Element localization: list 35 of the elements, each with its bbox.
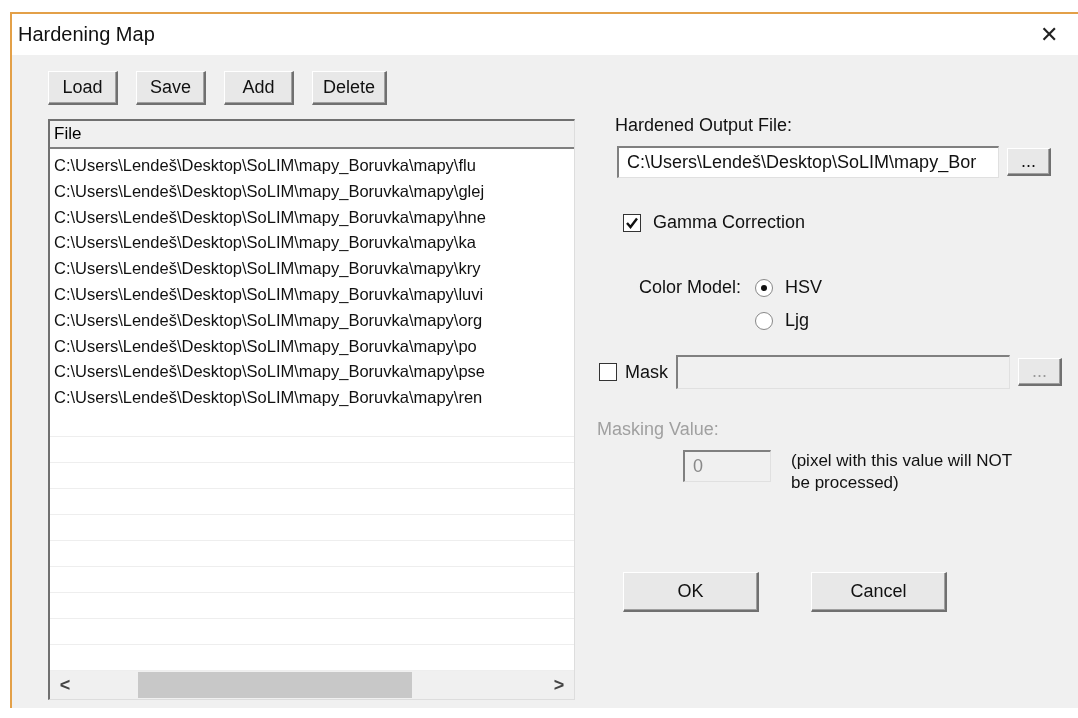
file-row[interactable]: C:\Users\Lendeš\Desktop\SoLIM\mapy_Boruvka\mapy\ka xyxy=(50,230,574,257)
output-file-label: Hardened Output File: xyxy=(615,115,794,137)
file-row[interactable]: C:\Users\Lendeš\Desktop\SoLIM\mapy_Boruvka\mapy\ren xyxy=(50,385,574,411)
browse-button[interactable]: ... xyxy=(1007,148,1051,177)
toolbar-button[interactable]: Load xyxy=(48,71,118,106)
radio-button[interactable] xyxy=(755,311,774,330)
masking-note: (pixel with this value will NOT be processed) xyxy=(791,450,1013,495)
file-row[interactable]: C:\Users\Lendeš\Desktop\SoLIM\mapy_Boruvka\mapy\flu xyxy=(50,153,574,179)
mask-label: Mask xyxy=(625,361,668,383)
file-row[interactable]: C:\Users\Lendeš\Desktop\SoLIM\mapy_Boruvka\mapy\pse xyxy=(50,359,574,386)
radio-label: HSV xyxy=(785,277,823,299)
radio-label: Ljg xyxy=(785,310,810,332)
close-button[interactable]: ✕ xyxy=(1034,21,1064,48)
file-row[interactable]: C:\Users\Lendeš\Desktop\SoLIM\mapy_Boruvka\mapy\glej xyxy=(50,178,574,205)
column-header[interactable]: File xyxy=(50,121,574,150)
output-file-field[interactable]: C:\Users\Lendeš\Desktop\SoLIM\mapy_Bor xyxy=(617,146,999,179)
window-title: Hardening Map xyxy=(18,23,155,46)
file-row[interactable]: C:\Users\Lendeš\Desktop\SoLIM\mapy_Boruvka\mapy\kry xyxy=(50,256,574,282)
file-row[interactable]: C:\Users\Lendeš\Desktop\SoLIM\mapy_Boruvka\mapy\org xyxy=(50,307,574,334)
gamma-checkbox[interactable] xyxy=(623,213,641,232)
dialog-button[interactable]: Cancel xyxy=(811,572,947,613)
color-model-label: Color Model: xyxy=(639,277,742,299)
file-row[interactable]: C:\Users\Lendeš\Desktop\SoLIM\mapy_Boruvka\mapy\hne xyxy=(50,204,574,231)
scroll-left-button[interactable]: < xyxy=(50,674,80,696)
masking-value-label: Masking Value: xyxy=(597,419,720,441)
scroll-right-button[interactable]: > xyxy=(544,674,574,696)
file-row[interactable]: C:\Users\Lendeš\Desktop\SoLIM\mapy_Boruvka\mapy\po xyxy=(50,333,574,360)
file-row[interactable]: C:\Users\Lendeš\Desktop\SoLIM\mapy_Boruvka\mapy\luvi xyxy=(50,282,574,308)
toolbar-button[interactable]: Save xyxy=(136,71,206,106)
toolbar-button[interactable]: Add xyxy=(224,71,294,106)
gamma-label: Gamma Correction xyxy=(653,212,806,234)
dialog-button[interactable]: OK xyxy=(623,572,759,613)
radio-button[interactable] xyxy=(755,278,774,297)
toolbar-button[interactable]: Delete xyxy=(312,71,388,106)
scrollbar-thumb[interactable] xyxy=(138,672,412,698)
